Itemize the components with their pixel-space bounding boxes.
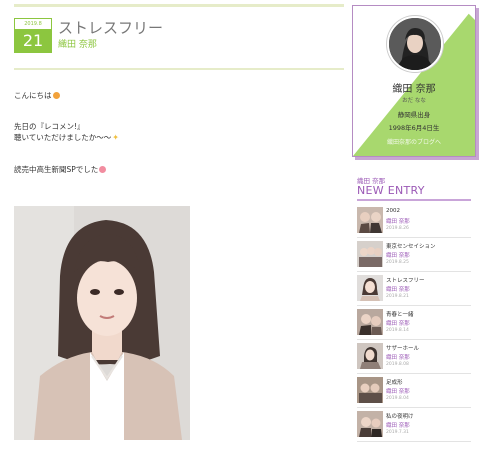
entry-thumbnail <box>357 309 383 335</box>
profile-avatar[interactable] <box>387 16 443 72</box>
entry-title[interactable]: サザーホール <box>386 344 419 352</box>
entry-date: 2019.8.14 <box>386 328 409 333</box>
entry-date: 2019.7.31 <box>386 430 409 435</box>
profile-blog-link[interactable]: 織田奈那のブログへ <box>353 137 475 146</box>
profile-name: 織田 奈那 <box>392 84 436 95</box>
post-date-day: 21 <box>15 29 51 52</box>
post-date-year-month: 2019.8 <box>24 21 42 27</box>
entry-title[interactable]: 2002 <box>386 208 400 214</box>
entry-date: 2019.8.04 <box>386 396 409 401</box>
post-line-3-text: 聴いていただけましたか〜〜 <box>14 133 112 142</box>
thumbnail-image <box>357 207 383 233</box>
post-line-3: 聴いていただけましたか〜〜✦ <box>14 132 119 143</box>
smile-emoji-icon <box>52 92 60 99</box>
avatar-photo-image <box>389 18 441 70</box>
post-line-4-text: 読売中高生新聞SPでした <box>14 165 99 174</box>
entry-item[interactable]: ストレスフリー 織田 奈那 2019.8.21 <box>357 273 471 306</box>
new-entry-heading: NEW ENTRY <box>357 184 425 197</box>
post-line-1-text: こんにちは <box>14 91 52 100</box>
entry-date: 2019.8.21 <box>386 294 409 299</box>
entry-author: 織田 奈那 <box>386 389 410 395</box>
sidebar-divider <box>357 199 471 201</box>
entry-author: 織田 奈那 <box>386 321 410 327</box>
thumbnail-image <box>357 309 383 335</box>
entry-title[interactable]: 私の夜明け <box>386 412 414 420</box>
entry-thumbnail <box>357 377 383 403</box>
entry-title[interactable]: ストレスフリー <box>386 276 425 284</box>
entry-thumbnail <box>357 241 383 267</box>
entry-item[interactable]: 青春と一緒 織田 奈那 2019.8.14 <box>357 307 471 340</box>
post-photo[interactable] <box>14 206 190 440</box>
entry-item[interactable]: 2002 織田 奈那 2019.8.26 <box>357 205 471 238</box>
thumbnail-image <box>357 411 383 437</box>
sparkle-emoji-icon: ✦ <box>112 133 119 142</box>
entry-thumbnail <box>357 411 383 437</box>
entry-thumbnail <box>357 275 383 301</box>
entry-author: 織田 奈那 <box>386 355 410 361</box>
entry-item[interactable]: サザーホール 織田 奈那 2019.8.08 <box>357 341 471 374</box>
profile-birthplace: 静岡県出身 <box>397 111 431 119</box>
entry-item[interactable]: 東京センセイション 織田 奈那 2019.8.25 <box>357 239 471 272</box>
header-divider <box>14 68 344 70</box>
top-divider <box>14 4 344 7</box>
entry-thumbnail <box>357 343 383 369</box>
entry-date: 2019.8.25 <box>386 260 409 265</box>
entry-item[interactable]: 足成形 織田 奈那 2019.8.04 <box>357 375 471 408</box>
post-author[interactable]: 織田 奈那 <box>58 37 97 50</box>
entry-author: 織田 奈那 <box>386 219 410 225</box>
post-line-2: 先日の『レコメン!』 <box>14 122 85 131</box>
post-line-4: 読売中高生新聞SPでした <box>14 164 107 175</box>
entry-author: 織田 奈那 <box>386 253 410 259</box>
entry-title[interactable]: 青春と一緒 <box>386 310 414 318</box>
entry-author: 織田 奈那 <box>386 423 410 429</box>
portrait-photo-image <box>14 206 190 440</box>
thumbnail-image <box>357 275 383 301</box>
profile-birthday: 1998年6月4日生 <box>388 124 440 132</box>
flower-emoji-icon <box>99 166 107 173</box>
entry-title[interactable]: 足成形 <box>386 378 403 386</box>
entry-date: 2019.8.26 <box>386 226 409 231</box>
entry-author: 織田 奈那 <box>386 287 410 293</box>
post-date-badge: 2019.8 21 <box>14 18 52 53</box>
profile-kana: おだ なな <box>402 98 426 104</box>
entry-item[interactable]: 私の夜明け 織田 奈那 2019.7.31 <box>357 409 471 442</box>
post-line-1: こんにちは <box>14 90 60 101</box>
entry-date: 2019.8.08 <box>386 362 409 367</box>
thumbnail-image <box>357 377 383 403</box>
entry-thumbnail <box>357 207 383 233</box>
thumbnail-image <box>357 343 383 369</box>
thumbnail-image <box>357 241 383 267</box>
profile-card: 織田 奈那 おだ なな 静岡県出身 1998年6月4日生 織田奈那のブログへ <box>352 5 476 157</box>
post-title[interactable]: ストレスフリー <box>58 17 163 38</box>
entry-title[interactable]: 東京センセイション <box>386 242 436 250</box>
